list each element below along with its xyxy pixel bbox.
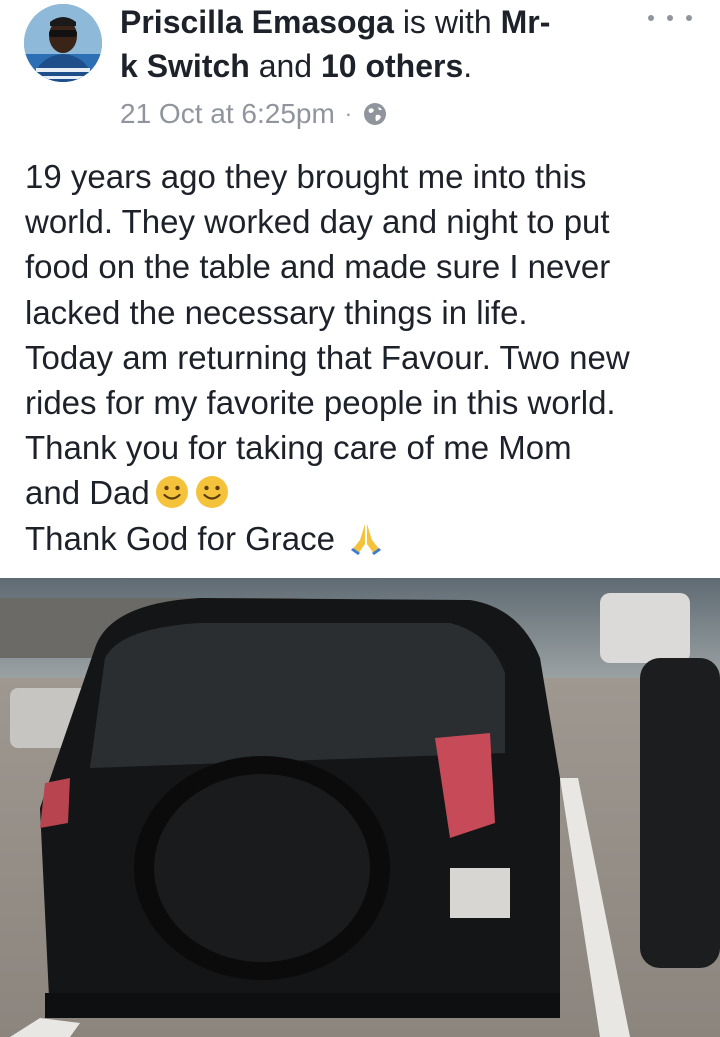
post-line: Thank you for taking care of me Mom — [25, 429, 572, 467]
post-line: lacked the necessary things in life. — [25, 293, 528, 331]
folded-hands-icon — [351, 523, 382, 555]
more-dot — [648, 15, 654, 21]
avatar-image — [24, 4, 102, 82]
post-body: 19 years ago they brought me into this w… — [25, 154, 695, 561]
with-text: is with — [402, 4, 492, 40]
more-dot — [667, 15, 673, 21]
tagged-user-part1[interactable]: Mr- — [501, 4, 551, 40]
and-text: and — [258, 48, 313, 84]
post-line: food on the table and made sure I never — [25, 248, 611, 286]
more-options-icon[interactable] — [648, 6, 692, 30]
period: . — [463, 48, 473, 84]
post-line: world. They worked day and night to put — [25, 203, 610, 241]
post-line: and Dad — [25, 474, 150, 512]
meta-separator: · — [344, 101, 353, 126]
post-header: Priscilla Emasoga is with Mr- k Switch a… — [0, 0, 720, 140]
post-timestamp[interactable]: 21 Oct at 6:25pm — [120, 96, 335, 132]
globe-icon[interactable] — [362, 101, 388, 127]
post-meta: 21 Oct at 6:25pm · — [120, 96, 388, 132]
post-photo[interactable] — [0, 578, 720, 1037]
slightly-smiling-face-icon — [195, 476, 228, 509]
post-line-with-emoji: and Dad — [25, 470, 695, 515]
more-dot — [686, 15, 692, 21]
author-avatar[interactable] — [24, 4, 102, 82]
post-line: Today am returning that Favour. Two new — [25, 338, 630, 376]
tagged-user-part2[interactable]: k Switch — [120, 48, 250, 84]
post-line-with-emoji: Thank God for Grace — [25, 516, 695, 561]
post-author-line: Priscilla Emasoga is with Mr- k Switch a… — [120, 0, 620, 88]
tagged-others-link[interactable]: 10 others — [321, 48, 463, 84]
author-name[interactable]: Priscilla Emasoga — [120, 4, 394, 40]
black-suv-parking-lot-photo — [0, 578, 720, 1037]
post-line: Thank God for Grace — [25, 519, 335, 557]
post-line: 19 years ago they brought me into this — [25, 158, 587, 195]
slightly-smiling-face-icon — [155, 476, 188, 509]
post-line: rides for my favorite people in this wor… — [25, 384, 616, 422]
